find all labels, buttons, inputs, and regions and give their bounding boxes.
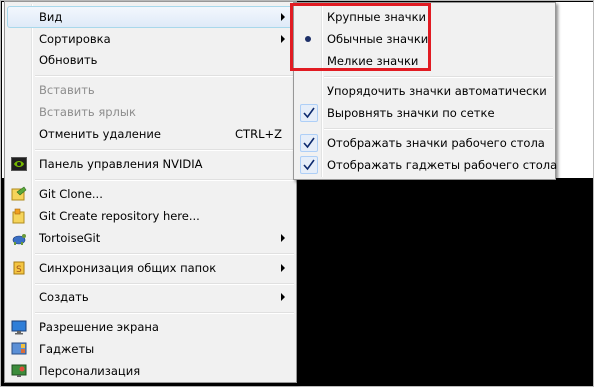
menu-separator	[35, 283, 294, 285]
menu-separator	[324, 128, 553, 130]
submenu-arrow-icon	[281, 13, 285, 21]
menu-item-label: Упорядочить значки автоматически	[327, 84, 547, 98]
menu-item-git-clone[interactable]: Git Clone...	[7, 183, 294, 205]
menu-item-git-create-repo[interactable]: Git Create repository here...	[7, 205, 294, 227]
menu-item-label: Синхронизация общих папок	[39, 261, 217, 275]
menu-item-gadgets[interactable]: Гаджеты	[7, 338, 294, 360]
menu-item-label: Панель управления NVIDIA	[39, 157, 203, 171]
checkmark-icon	[300, 156, 318, 174]
menu-item-label: Вставить ярлык	[39, 105, 136, 119]
nvidia-icon	[11, 156, 27, 172]
menu-separator	[324, 76, 553, 78]
menu-item-label: Вид	[39, 10, 63, 24]
menu-separator	[35, 149, 294, 151]
menu-separator	[35, 312, 294, 314]
git-create-icon	[11, 208, 27, 224]
menu-item-label: Разрешение экрана	[39, 320, 159, 334]
menu-item-label: Персонализация	[39, 364, 141, 378]
submenu-arrow-icon	[281, 264, 285, 272]
menu-item-new[interactable]: Создать	[7, 286, 294, 308]
menu-item-undo-delete[interactable]: Отменить удаление CTRL+Z	[7, 123, 294, 145]
menu-item-view[interactable]: Вид	[7, 6, 294, 28]
submenu-arrow-icon	[281, 35, 285, 43]
menu-item-sync-shared-folders[interactable]: S Синхронизация общих папок	[7, 257, 294, 279]
menu-item-paste-shortcut[interactable]: Вставить ярлык	[7, 101, 294, 123]
checkmark-icon	[300, 134, 318, 152]
menu-item-label: Обновить	[39, 53, 98, 67]
menu-item-paste[interactable]: Вставить	[7, 79, 294, 101]
menu-item-label: Сортировка	[39, 32, 111, 46]
menu-separator	[35, 253, 294, 255]
menu-item-shortcut: CTRL+Z	[235, 127, 282, 141]
submenu-arrow-icon	[281, 293, 285, 301]
menu-item-label: TortoiseGit	[39, 231, 101, 245]
menu-item-label: Создать	[39, 290, 89, 304]
menu-item-personalization[interactable]: Персонализация	[7, 360, 294, 382]
menu-item-tortoisegit[interactable]: TortoiseGit	[7, 227, 294, 249]
submenu-item-show-desktop-icons[interactable]: Отображать значки рабочего стола	[296, 132, 553, 154]
svg-text:S: S	[16, 265, 22, 275]
menu-item-screen-resolution[interactable]: Разрешение экрана	[7, 316, 294, 338]
sync-folders-icon: S	[11, 260, 27, 276]
menu-item-label: Отображать значки рабочего стола	[327, 136, 545, 150]
menu-separator	[35, 75, 294, 77]
menu-item-nvidia-control-panel[interactable]: Панель управления NVIDIA	[7, 153, 294, 175]
submenu-item-align-to-grid[interactable]: Выровнять значки по сетке	[296, 102, 553, 124]
tortoisegit-icon	[11, 230, 27, 246]
screen-resolution-icon	[11, 319, 27, 335]
menu-item-label: Отменить удаление	[39, 127, 161, 141]
gadgets-icon	[11, 341, 27, 357]
checkmark-icon	[300, 104, 318, 122]
menu-item-label: Выровнять значки по сетке	[327, 106, 495, 120]
menu-item-refresh[interactable]: Обновить	[7, 49, 294, 71]
menu-item-label: Вставить	[39, 83, 95, 97]
personalization-icon	[11, 363, 27, 379]
submenu-item-show-gadgets[interactable]: Отображать гаджеты рабочего стола	[296, 154, 557, 176]
menu-item-label: Git Clone...	[39, 187, 103, 201]
menu-item-sort[interactable]: Сортировка	[7, 28, 294, 50]
menu-item-label: Отображать гаджеты рабочего стола	[327, 158, 558, 172]
highlight-box	[290, 3, 431, 71]
menu-item-label: Гаджеты	[39, 342, 95, 356]
desktop-context-menu: Вид Сортировка Обновить Вставить Вставит…	[4, 1, 297, 383]
menu-separator	[35, 179, 294, 181]
submenu-arrow-icon	[281, 234, 285, 242]
submenu-item-auto-arrange[interactable]: Упорядочить значки автоматически	[296, 80, 553, 102]
git-clone-icon	[11, 186, 27, 202]
menu-item-label: Git Create repository here...	[39, 209, 200, 223]
